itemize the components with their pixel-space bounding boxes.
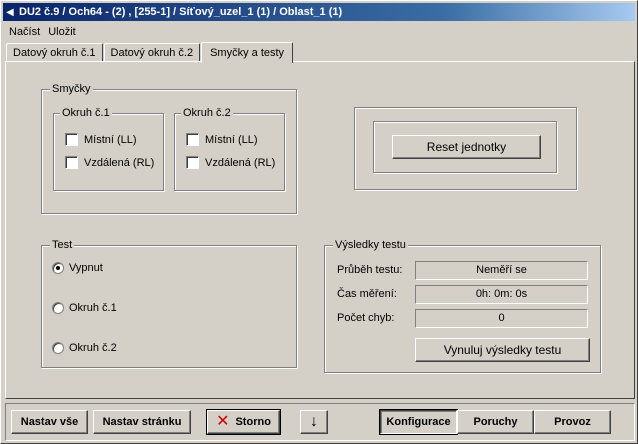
storno-button[interactable]: ✕ Storno <box>206 409 281 435</box>
checkbox-box[interactable] <box>65 156 78 169</box>
okruh2-mistni-checkbox[interactable]: Místní (LL) <box>186 133 258 146</box>
test-radio-okruh1-label: Okruh č.1 <box>69 302 117 314</box>
test-radio-vypnut[interactable]: Vypnut <box>52 262 103 274</box>
prubeh-label: Průběh testu: <box>337 264 403 276</box>
tab-datovy-okruh-2[interactable]: Datový okruh č.2 <box>103 43 201 62</box>
test-group-label: Test <box>50 238 75 252</box>
arrow-down-icon: ↓ <box>310 413 318 430</box>
reset-jednotky-button[interactable]: Reset jednotky <box>392 135 541 159</box>
window-title: DU2 č.9 / Och64 - (2) , [255-1] / Síťový… <box>19 6 343 18</box>
poruchy-button[interactable]: Poruchy <box>457 410 534 434</box>
okruh2-vzdalena-checkbox[interactable]: Vzdálená (RL) <box>186 156 275 169</box>
menu-bar: Načíst Uložit <box>5 24 80 40</box>
chyby-value: 0 <box>415 309 588 328</box>
tab-strip: Datový okruh č.1 Datový okruh č.2 Smyčky… <box>6 42 294 63</box>
test-radio-okruh1[interactable]: Okruh č.1 <box>52 302 117 314</box>
test-radio-vypnut-label: Vypnut <box>69 262 103 274</box>
arrow-left-icon: ◀ <box>6 6 14 18</box>
okruh1-group-label: Okruh č.1 <box>60 106 112 120</box>
okruh1-vzdalena-label: Vzdálená (RL) <box>84 156 155 169</box>
cas-label: Čas měření: <box>337 288 397 300</box>
storno-label: Storno <box>235 416 271 428</box>
test-radio-okruh2-label: Okruh č.2 <box>69 342 117 354</box>
test-group: Test Vypnut Okruh č.1 Okruh č.2 <box>41 238 297 368</box>
title-bar[interactable]: ◀ DU2 č.9 / Och64 - (2) , [255-1] / Síťo… <box>3 3 635 21</box>
prubeh-value: Neměří se <box>415 261 588 280</box>
okruh1-vzdalena-checkbox[interactable]: Vzdálená (RL) <box>65 156 154 169</box>
checkbox-box[interactable] <box>186 133 199 146</box>
menu-item-ulozit[interactable]: Uložit <box>44 24 80 40</box>
smycky-group: Smyčky Okruh č.1 Místní (LL) Vzdálená (R… <box>41 82 297 214</box>
okruh2-group-label: Okruh č.2 <box>181 106 233 120</box>
smycky-group-label: Smyčky <box>50 82 93 96</box>
radio-dot <box>56 266 60 270</box>
provoz-button[interactable]: Provoz <box>534 410 611 434</box>
radio-button[interactable] <box>52 262 64 274</box>
radio-button[interactable] <box>52 342 64 354</box>
bottom-toolbar: Nastav vše Nastav stránku ✕ Storno ↓ Kon… <box>5 403 635 441</box>
konfigurace-button[interactable]: Konfigurace <box>379 409 458 435</box>
main-window: ◀ DU2 č.9 / Och64 - (2) , [255-1] / Síťo… <box>0 0 638 444</box>
radio-button[interactable] <box>52 302 64 314</box>
cas-value: 0h: 0m: 0s <box>415 285 588 304</box>
menu-item-nacist[interactable]: Načíst <box>5 24 44 40</box>
x-icon: ✕ <box>216 413 230 430</box>
checkbox-box[interactable] <box>186 156 199 169</box>
okruh2-vzdalena-label: Vzdálená (RL) <box>205 156 276 169</box>
vysledky-group: Výsledky testu Průběh testu: Neměří se Č… <box>324 238 601 373</box>
okruh1-mistni-checkbox[interactable]: Místní (LL) <box>65 133 137 146</box>
tab-smycky-a-testy[interactable]: Smyčky a testy <box>201 42 294 63</box>
okruh2-mistni-label: Místní (LL) <box>205 133 258 146</box>
okruh2-group: Okruh č.2 Místní (LL) Vzdálená (RL) <box>174 106 285 191</box>
test-radio-okruh2[interactable]: Okruh č.2 <box>52 342 117 354</box>
nastav-vse-button[interactable]: Nastav vše <box>11 410 88 434</box>
chyby-label: Počet chyb: <box>337 312 395 324</box>
checkbox-box[interactable] <box>65 133 78 146</box>
reset-outer-frame: Reset jednotky <box>354 107 577 190</box>
tab-datovy-okruh-1[interactable]: Datový okruh č.1 <box>6 43 103 62</box>
okruh1-group: Okruh č.1 Místní (LL) Vzdálená (RL) <box>53 106 164 191</box>
down-button[interactable]: ↓ <box>300 410 328 434</box>
reset-inner-frame: Reset jednotky <box>373 121 557 173</box>
vynuluj-vysledky-button[interactable]: Vynuluj výsledky testu <box>415 338 590 362</box>
okruh1-mistni-label: Místní (LL) <box>84 133 137 146</box>
nastav-stranku-button[interactable]: Nastav stránku <box>93 410 191 434</box>
tab-panel: Smyčky Okruh č.1 Místní (LL) Vzdálená (R… <box>5 61 635 399</box>
vysledky-group-label: Výsledky testu <box>333 238 408 252</box>
